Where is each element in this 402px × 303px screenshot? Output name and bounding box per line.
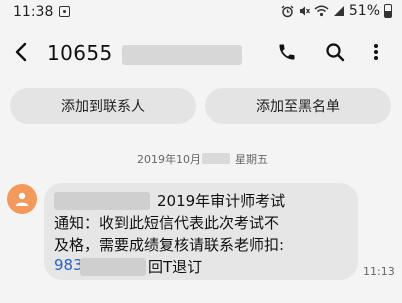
redacted-area	[122, 45, 242, 65]
status-bar: 11:38 51%	[0, 0, 402, 26]
redacted-area	[80, 258, 146, 276]
mute-icon	[299, 6, 310, 16]
phone-icon	[279, 44, 295, 60]
person-icon	[15, 192, 29, 206]
more-options-button[interactable]	[364, 38, 388, 66]
add-to-blacklist-button[interactable]: 添加至黑名单	[205, 88, 391, 124]
redacted-area	[202, 153, 230, 164]
message-line: 及格，需要成绩复核请联系老师扣:	[54, 236, 285, 254]
add-to-contacts-button[interactable]: 添加到联系人	[10, 88, 196, 124]
wifi-icon	[314, 5, 329, 17]
message-bubble[interactable]: 2019年审计师考试 通知：收到此短信代表此次考试不 及格，需要成绩复核请联系老…	[44, 183, 358, 280]
search-button[interactable]	[321, 38, 349, 66]
status-icons: 51%	[281, 3, 392, 19]
battery-icon	[384, 4, 392, 18]
date-weekday: 星期五	[235, 153, 268, 166]
phone-number-link[interactable]: 983	[54, 256, 83, 274]
signal-icon	[333, 6, 344, 16]
redacted-area	[54, 192, 150, 210]
call-button[interactable]	[273, 38, 301, 66]
message-timestamp: 11:13	[363, 265, 395, 278]
search-icon	[326, 43, 345, 62]
message-line: 回T退订	[148, 258, 203, 276]
alarm-icon	[281, 5, 294, 17]
date-prefix: 2019年10月	[137, 153, 201, 166]
more-vert-icon	[374, 44, 378, 60]
back-button[interactable]	[5, 36, 37, 68]
back-arrow-icon	[15, 42, 27, 62]
message-line: 2019年审计师考试	[157, 192, 286, 210]
battery-percentage: 51%	[348, 3, 380, 19]
message-line: 通知：收到此短信代表此次考试不	[54, 214, 280, 232]
sender-number: 10655	[47, 41, 113, 65]
sender-avatar[interactable]	[7, 184, 37, 214]
status-time: 11:38	[13, 4, 54, 20]
notification-icon	[59, 6, 70, 17]
conversation-header: 10655	[0, 28, 402, 76]
